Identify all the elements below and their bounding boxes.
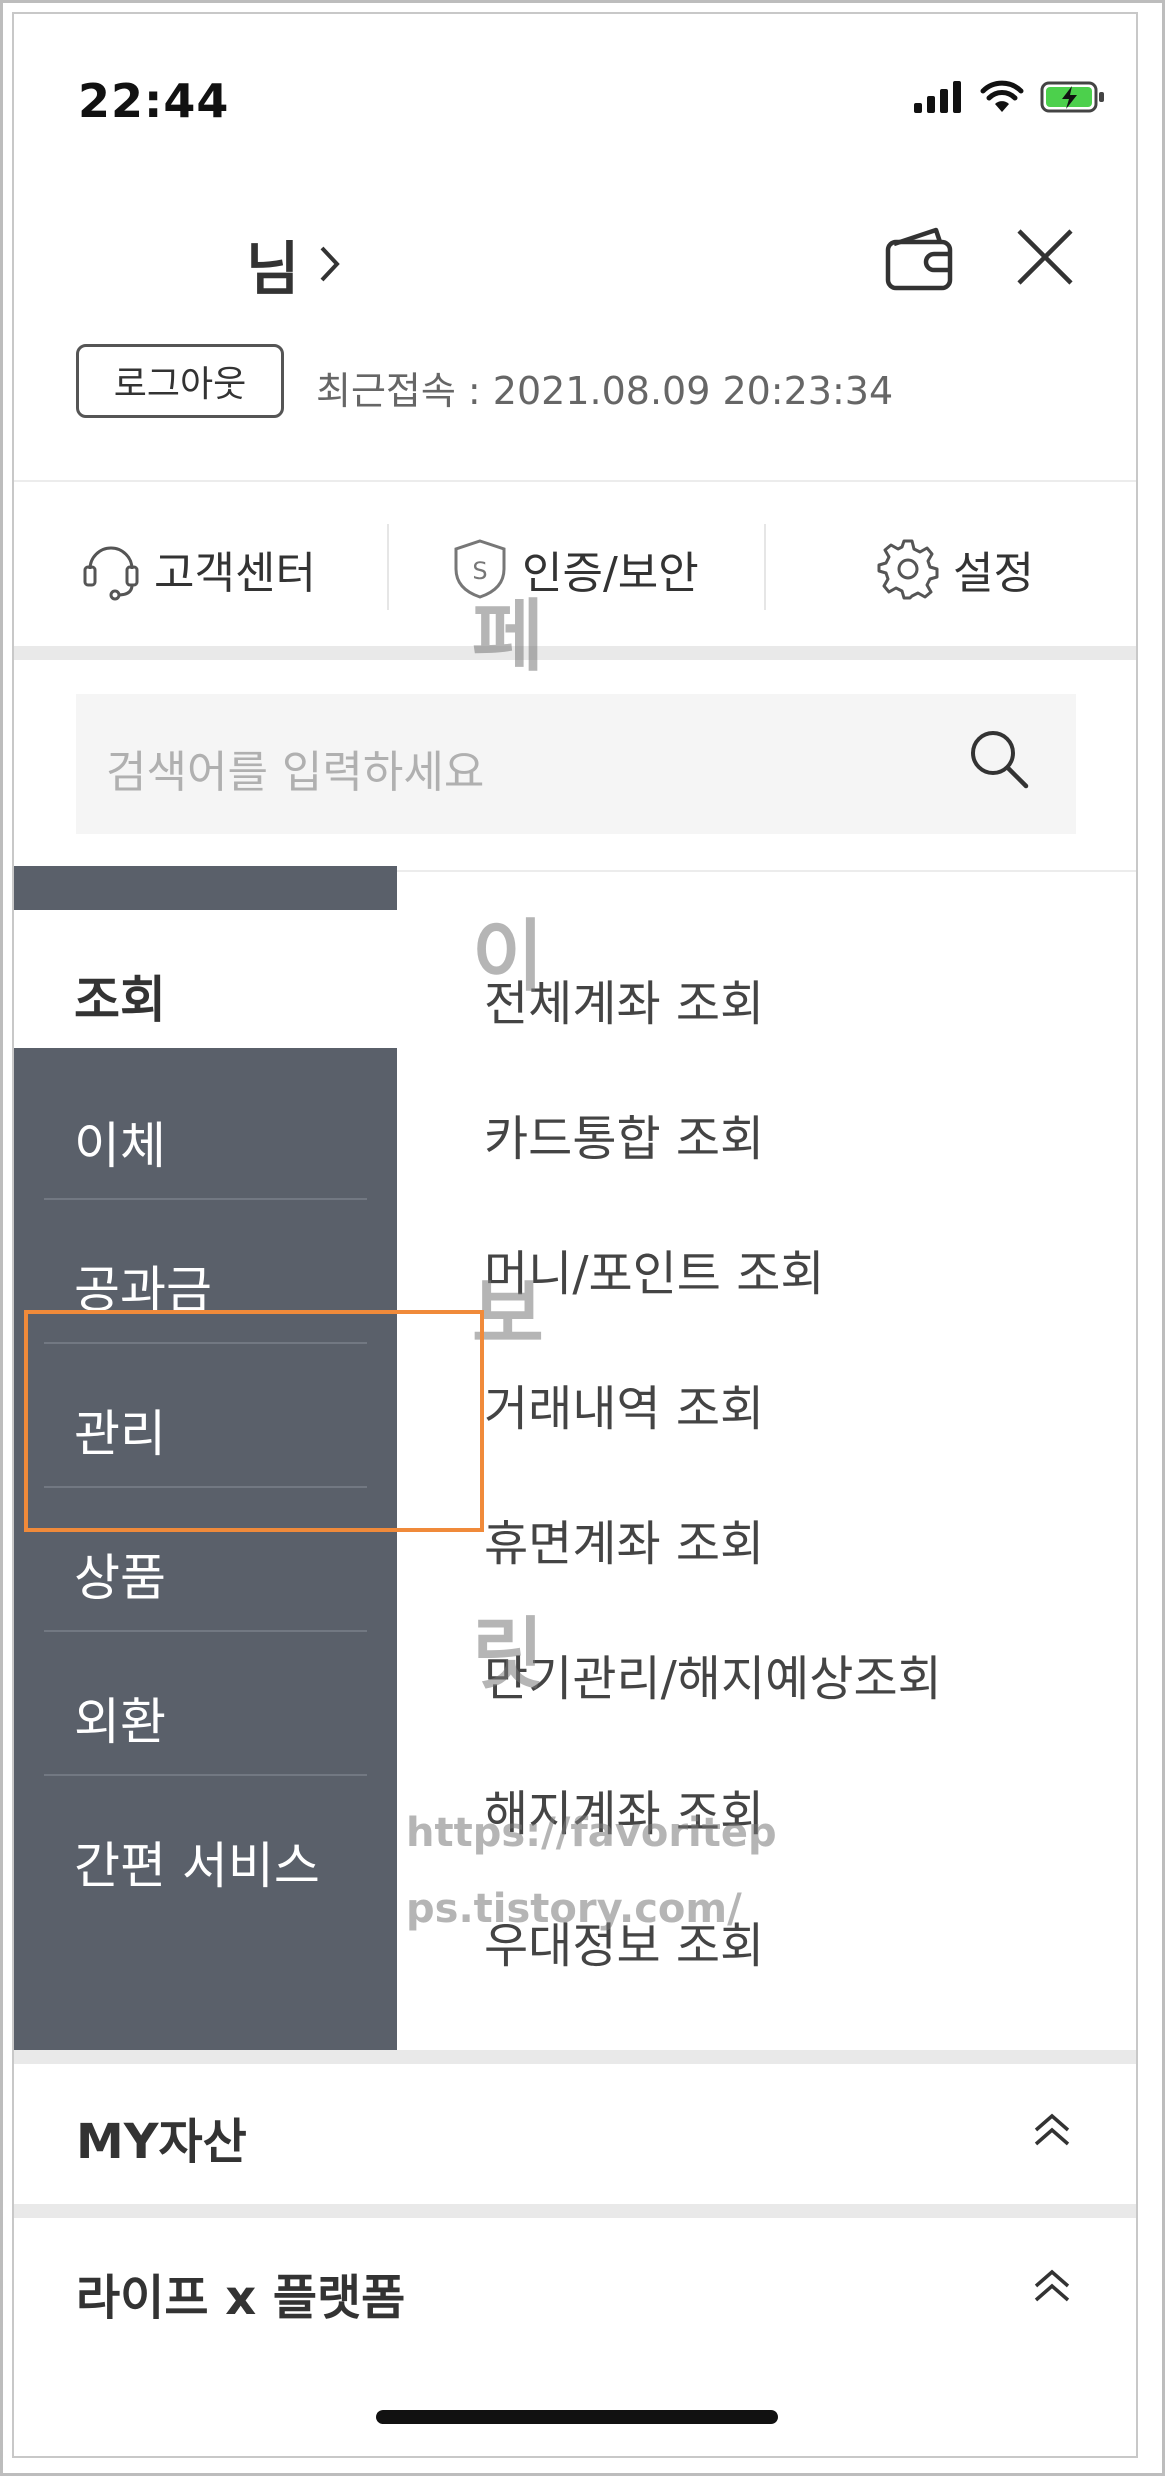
category-active-bg [14, 910, 397, 1048]
category-item-foreign-exchange[interactable]: 외환 [74, 1682, 166, 1754]
wallet-icon[interactable] [884, 226, 956, 292]
quick-link-separator [387, 524, 389, 610]
user-name-link[interactable]: 님 [246, 222, 341, 306]
app-screen: 22:44 님 로그아웃 최근접속 : 2021.08.09 20:23:34 … [12, 12, 1138, 2458]
header-divider [14, 480, 1136, 482]
submenu-item-transactions[interactable]: 거래내역 조회 [484, 1369, 764, 1439]
logout-button[interactable]: 로그아웃 [76, 344, 284, 418]
search-divider [397, 870, 1136, 872]
search-placeholder: 검색어를 입력하세요 [106, 747, 485, 798]
customer-center-label: 고객센터 [154, 548, 316, 599]
chevron-double-up-icon[interactable] [1032, 2268, 1072, 2304]
section-divider [14, 2204, 1136, 2218]
menu-separator [44, 1198, 367, 1200]
section-divider [14, 646, 1136, 660]
watermark-char: 릿 [472, 1610, 544, 1700]
headset-icon [83, 546, 139, 601]
category-item-inquiry[interactable]: 조회 [74, 960, 166, 1032]
category-item-products[interactable]: 상품 [74, 1538, 166, 1610]
wifi-icon [980, 80, 1024, 112]
settings-label: 설정 [953, 548, 1034, 599]
menu-separator [44, 1774, 367, 1776]
user-suffix: 님 [246, 235, 300, 303]
life-platform-section-title[interactable]: 라이프 x 플랫폼 [76, 2258, 405, 2328]
annotation-highlight-box [24, 1310, 484, 1532]
battery-charging-icon [1040, 81, 1104, 113]
auth-security-label: 인증/보안 [522, 548, 699, 599]
category-item-transfer[interactable]: 이체 [74, 1106, 166, 1178]
watermark-char: 이 [472, 912, 544, 1002]
section-divider [14, 2050, 1136, 2064]
status-time: 22:44 [78, 74, 230, 128]
signal-icon [914, 81, 961, 113]
menu-separator [44, 1630, 367, 1632]
close-icon[interactable] [1014, 226, 1076, 288]
gear-icon [877, 539, 939, 600]
chevron-double-up-icon[interactable] [1032, 2112, 1072, 2148]
quick-link-separator [764, 524, 766, 610]
status-icons [914, 80, 1106, 114]
category-item-easy-service[interactable]: 간편 서비스 [74, 1826, 320, 1898]
last-login-text: 최근접속 : 2021.08.09 20:23:34 [316, 369, 894, 413]
home-indicator[interactable] [376, 2410, 778, 2424]
search-icon[interactable] [966, 726, 1032, 792]
watermark-url: ps.tistory.com/ [406, 1886, 742, 1932]
submenu-item-dormant[interactable]: 휴면계좌 조회 [484, 1504, 764, 1574]
settings-button[interactable]: 설정 [877, 514, 1034, 624]
submenu-item-card-inquiry[interactable]: 카드통합 조회 [484, 1099, 764, 1169]
customer-center-button[interactable]: 고객센터 [82, 514, 316, 624]
submenu-item-maturity[interactable]: 만기관리/해지예상조회 [484, 1639, 942, 1709]
watermark-url: https://favoritep [406, 1810, 777, 1856]
chevron-right-icon [320, 246, 341, 282]
my-assets-section-title[interactable]: MY자산 [76, 2102, 247, 2172]
watermark-char: 페 [472, 592, 544, 682]
